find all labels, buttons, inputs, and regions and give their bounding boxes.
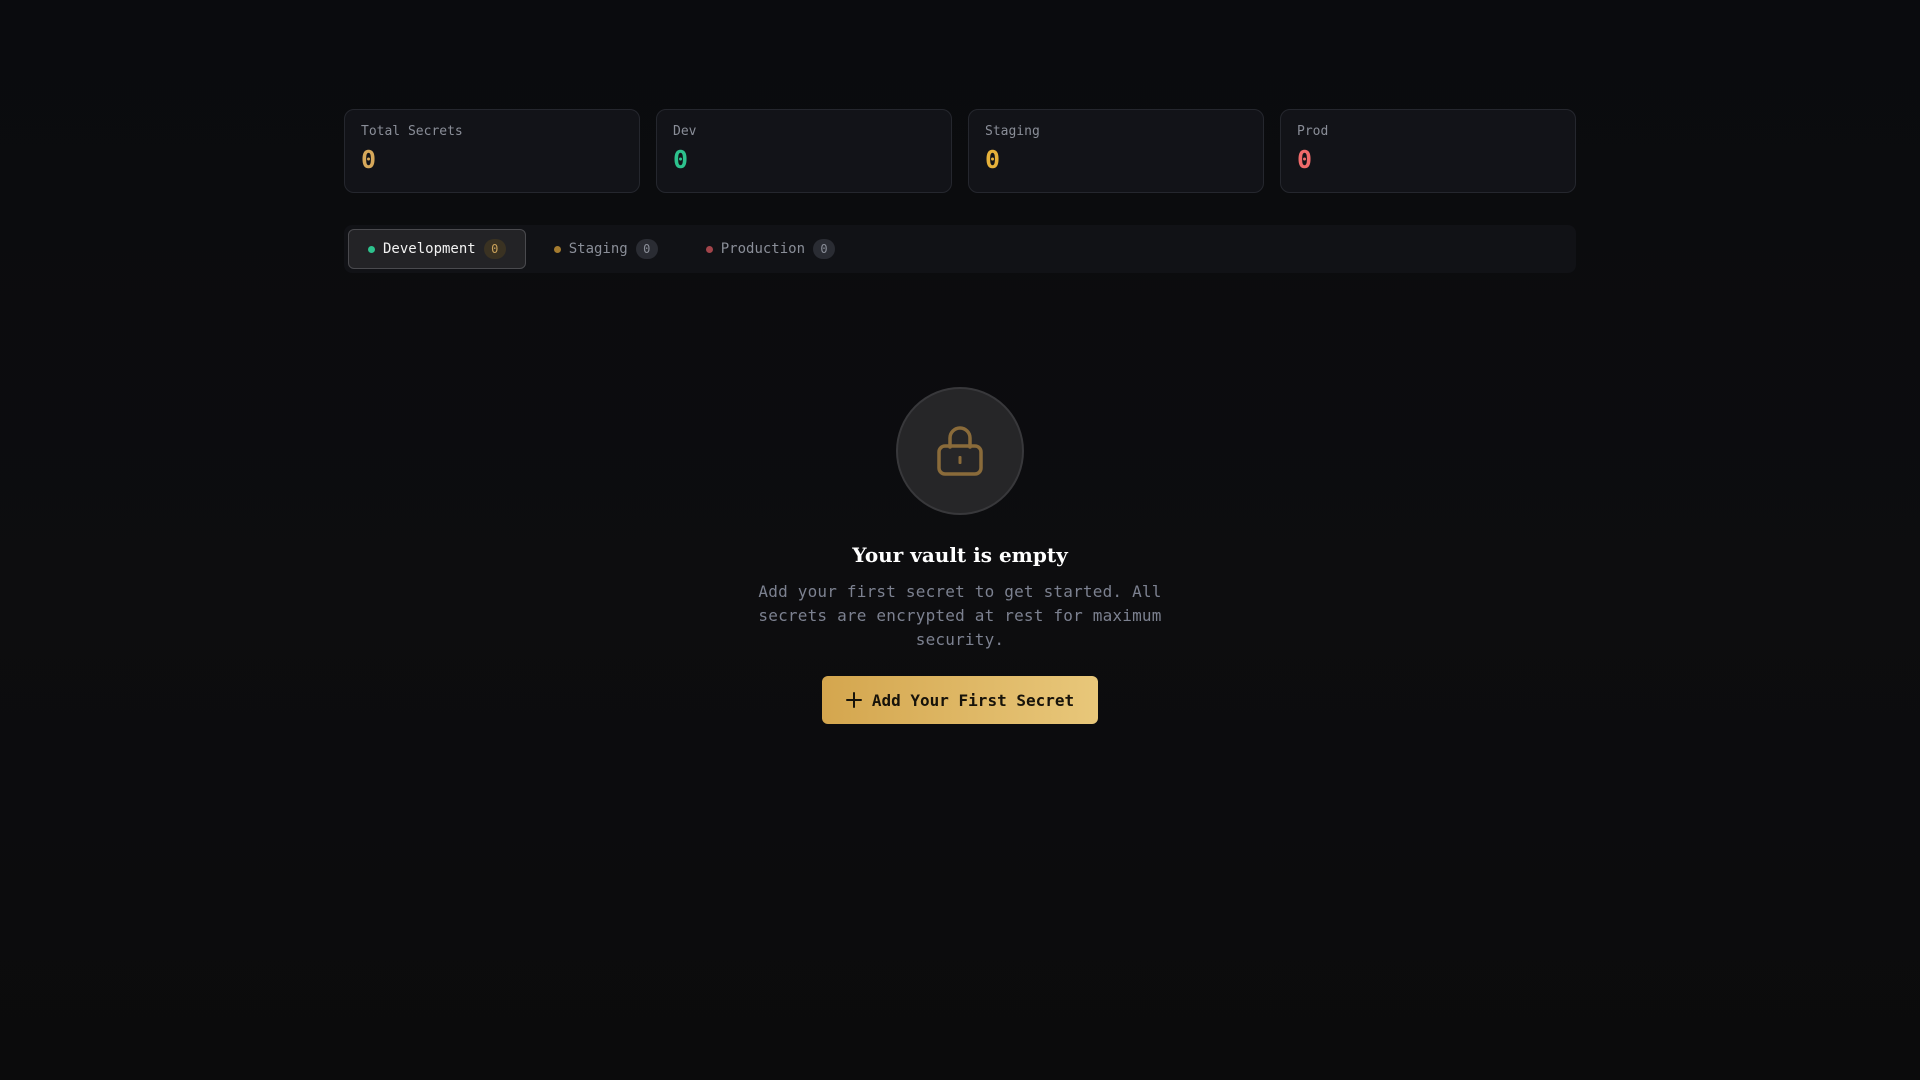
status-dot-icon — [368, 245, 375, 253]
tab-count-badge: 0 — [813, 239, 836, 259]
tab-count-badge: 0 — [483, 239, 506, 259]
tab-production[interactable]: Production 0 — [686, 229, 855, 269]
tab-label: Development — [383, 241, 476, 257]
stat-card-prod: Prod 0 — [1280, 109, 1576, 193]
stats-row: Total Secrets 0 Dev 0 Staging 0 Prod 0 — [344, 109, 1576, 193]
stat-card-staging: Staging 0 — [968, 109, 1264, 193]
empty-state-description: Add your first secret to get started. Al… — [758, 582, 1162, 649]
tab-staging[interactable]: Staging 0 — [534, 229, 678, 269]
stat-value-total: 0 — [361, 145, 377, 174]
add-first-secret-button[interactable]: Add Your First Secret — [821, 676, 1099, 724]
status-dot-icon — [553, 245, 561, 253]
empty-state: Your vault is empty Add your first secre… — [0, 387, 1920, 724]
lock-icon-container — [896, 387, 1024, 515]
stat-label: Prod — [1297, 124, 1329, 139]
stat-label: Staging — [985, 124, 1040, 139]
tab-label: Staging — [568, 241, 628, 257]
plus-icon — [845, 692, 862, 708]
empty-state-title: Your vault is empty — [852, 543, 1068, 567]
stat-label: Total Secrets — [361, 124, 463, 139]
stat-value-dev: 0 — [673, 145, 689, 174]
tab-label: Production — [720, 241, 806, 257]
tab-count-badge: 0 — [635, 239, 658, 259]
stat-value-prod: 0 — [1297, 145, 1313, 174]
lock-icon — [937, 426, 983, 476]
stat-card-total: Total Secrets 0 — [344, 109, 640, 193]
stat-card-dev: Dev 0 — [656, 109, 952, 193]
stat-value-staging: 0 — [985, 145, 1001, 174]
status-dot-icon — [705, 245, 713, 253]
environment-tabs: Development 0 Staging 0 Production 0 — [344, 225, 1576, 273]
vault-dashboard: Total Secrets 0 Dev 0 Staging 0 Prod 0 D… — [344, 109, 1576, 273]
add-first-secret-label: Add Your First Secret — [871, 690, 1075, 710]
tab-development[interactable]: Development 0 — [348, 229, 526, 269]
stat-label: Dev — [673, 124, 697, 139]
